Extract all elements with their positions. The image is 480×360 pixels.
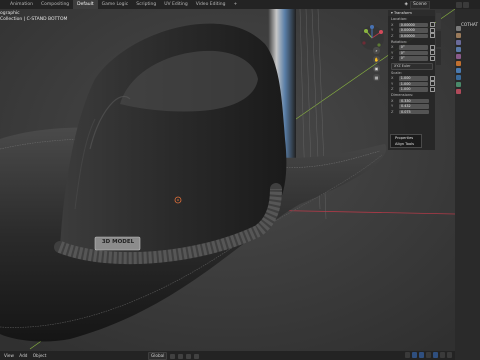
axis-x-label: X: [391, 76, 394, 81]
axis-z-label: Z: [391, 109, 394, 114]
scale-z-field[interactable]: 1.000: [398, 87, 429, 92]
dimensions-z-field[interactable]: 0.075: [399, 109, 429, 114]
workspace-tabs-bar: Animation Compositing Default Game Logic…: [0, 0, 480, 9]
properties-tabs: [456, 26, 461, 94]
3d-viewport[interactable]: ographic Collection | C-STAND BOTTOM 3D …: [0, 9, 455, 351]
zoom-icon[interactable]: ⌕: [373, 47, 380, 54]
viewport-info: ographic Collection | C-STAND BOTTOM: [0, 11, 67, 23]
tab-item[interactable]: [436, 13, 441, 29]
physics-icon[interactable]: [456, 82, 461, 87]
tab-scripting[interactable]: Scripting: [132, 0, 160, 9]
axis-y-label: Y: [391, 28, 394, 33]
falloff-icon[interactable]: [194, 353, 200, 359]
location-z-field[interactable]: 0.00000: [398, 33, 429, 38]
shading-controls: [405, 352, 452, 358]
axis-y-label: Y: [391, 104, 394, 109]
lock-icon[interactable]: [430, 86, 435, 92]
lock-icon[interactable]: [430, 81, 435, 87]
render-icon[interactable]: [456, 33, 461, 38]
sidebar-tabs: [436, 9, 442, 153]
rotation-mode-select[interactable]: XYZ Euler: [391, 62, 433, 70]
rotation-z-field[interactable]: 0°: [398, 56, 429, 61]
pivot-select[interactable]: Global: [148, 352, 168, 360]
transform-controls: Global: [148, 352, 200, 360]
dimensions-y-field[interactable]: 0.432: [399, 104, 429, 109]
editor-type-icon[interactable]: [456, 1, 462, 8]
scene-icon: ◈: [404, 2, 408, 7]
lock-icon[interactable]: [430, 44, 435, 50]
search-icon[interactable]: [463, 1, 469, 8]
tag-text: 3D MODEL: [101, 239, 135, 245]
location-x-field[interactable]: 0.00000: [398, 22, 429, 27]
scale-x-field[interactable]: 1.000: [398, 76, 429, 81]
rendered-shading-icon[interactable]: [447, 352, 452, 358]
output-icon[interactable]: [456, 40, 461, 45]
add-workspace-button[interactable]: +: [229, 0, 241, 9]
axis-z-label: Z: [391, 56, 394, 61]
object-name: COTHAT: [461, 22, 479, 27]
dimensions-x-field[interactable]: 0.330: [399, 98, 429, 103]
lock-icon[interactable]: [430, 55, 435, 61]
axis-y-label: Y: [391, 50, 394, 55]
rotation-x-field[interactable]: 0°: [398, 45, 429, 50]
menu-view[interactable]: View: [4, 353, 14, 358]
context-menu: Properties Align Tools: [390, 134, 422, 148]
tab-animation[interactable]: Animation: [6, 0, 37, 9]
camera-icon[interactable]: ▣: [373, 65, 380, 72]
navigation-gizmo[interactable]: [357, 23, 387, 53]
tab-uv-editing[interactable]: UV Editing: [160, 0, 191, 9]
menu-object[interactable]: Object: [33, 353, 47, 358]
magnet-icon[interactable]: [178, 353, 184, 359]
collection-path: Collection | C-STAND BOTTOM: [0, 17, 68, 22]
scale-y-field[interactable]: 1.000: [398, 81, 429, 86]
tab-view[interactable]: [436, 49, 441, 65]
gizmo-toggle-icon[interactable]: [412, 352, 417, 358]
material-shading-icon[interactable]: [440, 352, 445, 358]
modifier-icon[interactable]: [456, 68, 461, 73]
tab-compositing[interactable]: Compositing: [37, 0, 73, 9]
axis-z-label: Z: [391, 87, 394, 92]
rotation-y-field[interactable]: 0°: [398, 50, 429, 55]
wireframe-shading-icon[interactable]: [426, 352, 431, 358]
overlay-icon[interactable]: [405, 352, 410, 358]
tab-video-editing[interactable]: Video Editing: [192, 0, 230, 9]
tab-default[interactable]: Default: [73, 0, 98, 9]
sidebar-transform-panel: ▾ Transform Location: X 0.00000 Y 0.00000 …: [388, 10, 435, 150]
properties-header: [455, 0, 480, 9]
hat-scene: [0, 9, 455, 351]
scene-icon[interactable]: [456, 54, 461, 59]
menu-bar: View Add Object: [0, 353, 46, 358]
proportional-edit-icon[interactable]: [186, 353, 192, 359]
lock-icon[interactable]: [430, 75, 435, 81]
tab-game-logic[interactable]: Game Logic: [98, 0, 133, 9]
viewport-header-bottom: View Add Object Global: [0, 351, 455, 360]
snap-icon[interactable]: [170, 353, 176, 359]
xray-icon[interactable]: [419, 352, 424, 358]
location-y-field[interactable]: 0.00000: [398, 28, 429, 33]
tab-tool[interactable]: [436, 31, 441, 47]
axis-y-label: Y: [391, 81, 394, 86]
axis-z-label: Z: [391, 33, 394, 38]
tool-icon[interactable]: [456, 26, 461, 31]
object-icon[interactable]: [456, 61, 461, 66]
axis-x-label: X: [391, 45, 394, 50]
lock-icon[interactable]: [430, 33, 435, 39]
pan-hand-icon[interactable]: ✋: [373, 56, 380, 63]
lock-icon[interactable]: [430, 27, 435, 33]
lock-icon[interactable]: [430, 50, 435, 56]
viewport-nav-tools: ⌕ ✋ ▣ ▦: [373, 47, 381, 81]
menu-add[interactable]: Add: [19, 353, 27, 358]
material-icon[interactable]: [456, 89, 461, 94]
lock-icon[interactable]: [430, 22, 435, 28]
grid-icon[interactable]: ▦: [373, 74, 380, 81]
properties-panel: COTHAT: [455, 0, 480, 360]
solid-shading-icon[interactable]: [433, 352, 438, 358]
menu-item-align-tools[interactable]: Align Tools: [391, 141, 421, 147]
view-layer-icon[interactable]: [456, 47, 461, 52]
axis-x-label: X: [391, 22, 394, 27]
particles-icon[interactable]: [456, 75, 461, 80]
axis-x-label: X: [391, 98, 394, 103]
scene-selector[interactable]: ◈ Scene: [405, 0, 430, 9]
scene-name[interactable]: Scene: [410, 0, 430, 9]
